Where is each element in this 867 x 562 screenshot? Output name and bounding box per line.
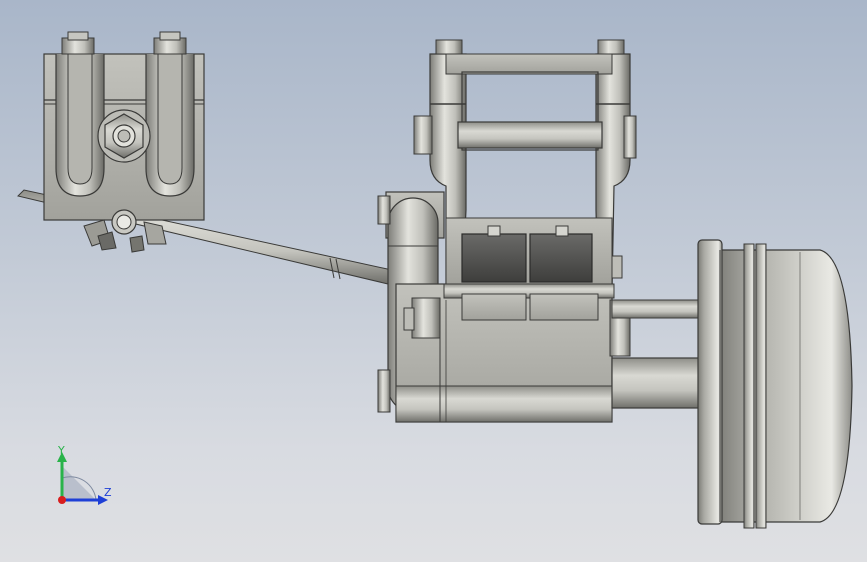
x-axis-icon bbox=[58, 496, 66, 504]
y-axis-label: Y bbox=[57, 444, 65, 457]
brake-pad-right bbox=[529, 233, 593, 283]
hex-fitting bbox=[97, 109, 151, 163]
u-bolt-left bbox=[55, 54, 105, 197]
valve-block[interactable] bbox=[43, 31, 205, 253]
brake-chamber[interactable] bbox=[697, 239, 853, 529]
coordinate-triad[interactable]: Y Z bbox=[40, 438, 130, 518]
brake-pad-left bbox=[461, 233, 527, 283]
graphics-viewport[interactable]: Y Z bbox=[0, 0, 867, 562]
z-axis-label: Z bbox=[104, 486, 112, 499]
u-bolt-right bbox=[145, 54, 195, 197]
brake-pads bbox=[461, 225, 599, 321]
cad-assembly-model[interactable] bbox=[0, 0, 867, 562]
